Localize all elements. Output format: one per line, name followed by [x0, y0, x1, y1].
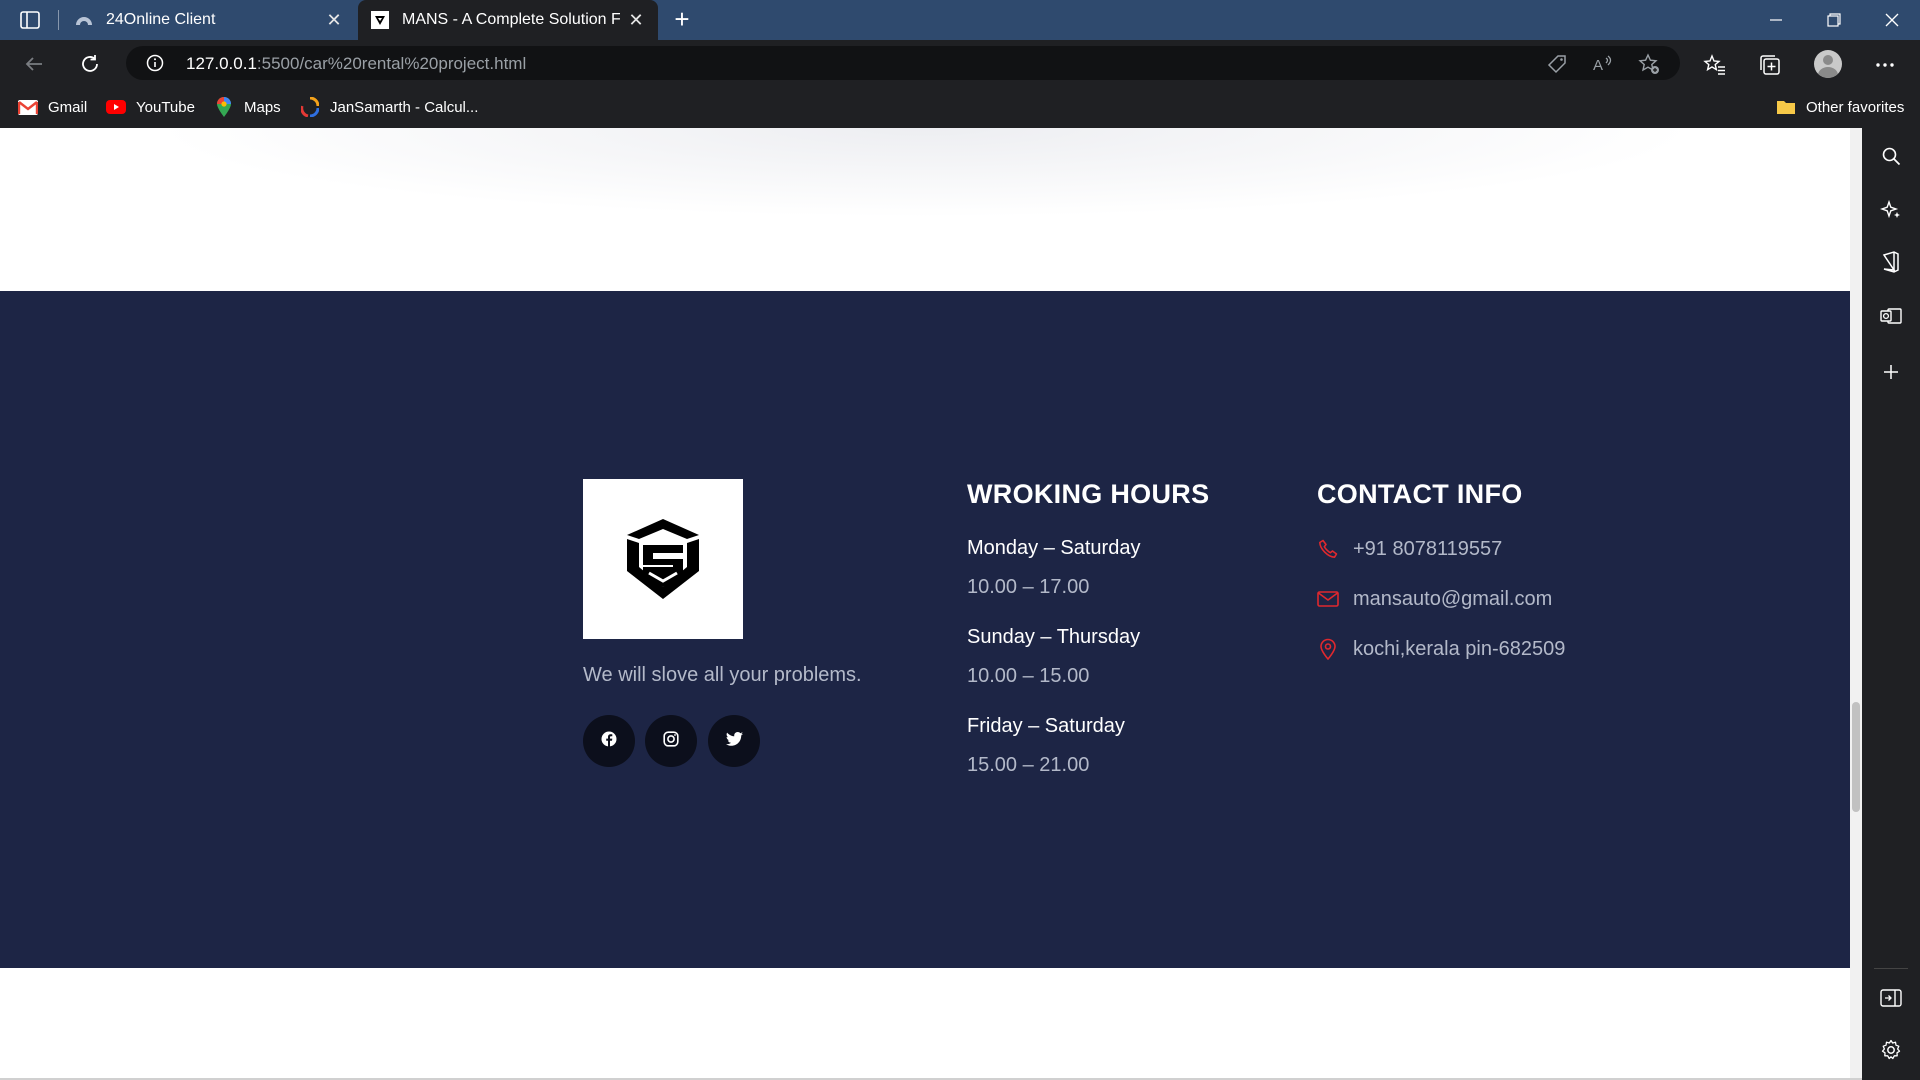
favorite-jansamarth[interactable]: JanSamarth - Calcul... [300, 96, 478, 118]
browser-toolbar: 127.0.0.1:5500/car%20rental%20project.ht… [0, 40, 1920, 86]
favorite-youtube[interactable]: YouTube [106, 96, 195, 118]
tab-title: MANS - A Complete Solution For [402, 11, 620, 28]
contact-phone[interactable]: +91 8078119557 [1317, 536, 1502, 562]
hours-time: 10.00 – 17.00 [967, 576, 1090, 598]
favorite-label: YouTube [136, 98, 195, 116]
favorites-icon[interactable] [1702, 52, 1728, 78]
scrollbar-thumb[interactable] [1852, 702, 1860, 812]
minimize-icon[interactable] [1748, 0, 1804, 40]
other-favorites-label: Other favorites [1806, 98, 1905, 116]
hours-time: 10.00 – 15.00 [967, 665, 1090, 687]
contact-email[interactable]: mansauto@gmail.com [1317, 586, 1552, 612]
page-viewport [0, 128, 1862, 1080]
tab-mans[interactable]: MANS - A Complete Solution For ✕ [358, 0, 658, 40]
hours-day: Monday – Saturday [967, 537, 1141, 559]
add-favorite-icon[interactable] [1638, 53, 1660, 75]
contact-address[interactable]: kochi,kerala pin-682509 [1317, 636, 1565, 662]
office-icon[interactable] [1879, 250, 1903, 274]
tag-icon[interactable] [1546, 53, 1568, 75]
phone-number: +91 8078119557 [1353, 537, 1503, 560]
tab-24online[interactable]: 24Online Client ✕ [62, 0, 356, 40]
refresh-icon[interactable] [74, 48, 106, 80]
phone-icon [1317, 538, 1339, 560]
close-tab-icon[interactable]: ✕ [324, 10, 344, 30]
edge-sidebar [1862, 128, 1920, 1080]
back-arrow-icon[interactable] [18, 48, 50, 80]
maps-icon [214, 97, 234, 117]
youtube-icon [106, 97, 126, 117]
facebook-icon [601, 731, 617, 752]
page-scrollbar[interactable] [1850, 128, 1862, 1080]
gmail-icon [18, 97, 38, 117]
hide-sidebar-icon[interactable] [1879, 986, 1903, 1010]
close-window-icon[interactable] [1864, 0, 1920, 40]
close-tab-icon[interactable]: ✕ [626, 10, 646, 30]
folder-icon [1776, 97, 1796, 117]
restore-icon[interactable] [1806, 0, 1862, 40]
instagram-icon [663, 730, 679, 752]
tab-title: 24Online Client [106, 11, 216, 28]
read-aloud-icon[interactable]: A [1592, 53, 1614, 75]
collections-icon[interactable] [1757, 52, 1783, 78]
facebook-button[interactable] [583, 715, 635, 767]
section-shadow [150, 128, 1700, 218]
url-path: :5500/car%20rental%20project.html [256, 54, 527, 73]
mail-icon [1317, 588, 1339, 610]
favorites-bar: Gmail YouTube Maps JanSamarth - Calcul..… [0, 86, 1920, 128]
instagram-button[interactable] [645, 715, 697, 767]
svg-text:A: A [1593, 57, 1603, 74]
favorite-label: JanSamarth - Calcul... [330, 98, 479, 116]
address-text: kochi,kerala pin-682509 [1353, 637, 1566, 660]
new-tab-button[interactable]: + [668, 6, 696, 34]
copilot-sparkle-icon[interactable] [1879, 198, 1903, 222]
tab-bar: 24Online Client ✕ MANS - A Complete Solu… [0, 0, 1920, 40]
jansamarth-icon [300, 97, 320, 117]
url-host: 127.0.0.1 [186, 54, 257, 73]
site-footer [0, 291, 1850, 968]
brand-logo [583, 479, 743, 639]
tab-actions-icon[interactable] [14, 8, 46, 32]
settings-gear-icon[interactable] [1879, 1038, 1903, 1062]
favorite-maps[interactable]: Maps [214, 96, 281, 118]
url-text[interactable]: 127.0.0.1:5500/car%20rental%20project.ht… [186, 54, 526, 74]
favorite-label: Gmail [48, 98, 88, 116]
outlook-icon[interactable] [1879, 304, 1903, 328]
location-pin-icon [1317, 638, 1339, 660]
footer-tagline: We will slove all your problems. [583, 664, 862, 686]
cloud-icon [74, 10, 94, 30]
favorite-label: Maps [244, 98, 281, 116]
sidebar-divider [1874, 968, 1908, 969]
profile-avatar[interactable] [1814, 50, 1842, 78]
hours-day: Sunday – Thursday [967, 626, 1141, 648]
other-favorites[interactable]: Other favorites [1776, 96, 1904, 118]
add-icon[interactable] [1879, 360, 1903, 384]
tab-separator [58, 10, 59, 30]
search-icon[interactable] [1879, 144, 1903, 168]
hours-time: 15.00 – 21.00 [967, 754, 1090, 776]
more-options-icon[interactable] [1872, 52, 1898, 78]
address-bar[interactable]: 127.0.0.1:5500/car%20rental%20project.ht… [126, 46, 1680, 80]
email-address: mansauto@gmail.com [1353, 587, 1553, 610]
twitter-button[interactable] [708, 715, 760, 767]
contact-info-title: CONTACT INFO [1317, 479, 1523, 509]
twitter-icon [725, 731, 743, 751]
site-logo-icon [370, 10, 390, 30]
favorite-gmail[interactable]: Gmail [18, 96, 87, 118]
hours-day: Friday – Saturday [967, 715, 1125, 737]
working-hours-title: WROKING HOURS [967, 479, 1210, 509]
site-info-icon[interactable] [146, 54, 164, 72]
